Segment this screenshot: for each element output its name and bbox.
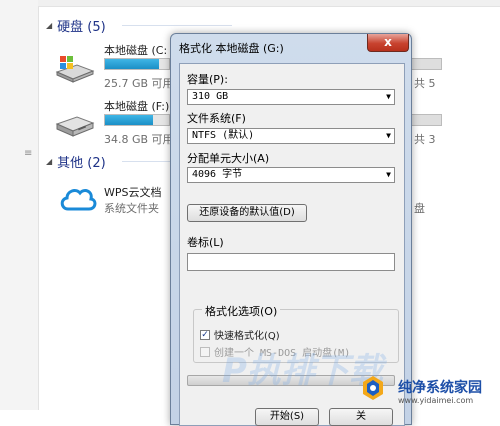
collapse-triangle-icon[interactable]: ◢ bbox=[46, 21, 52, 30]
group-label: 其他 (2) bbox=[57, 155, 106, 171]
close-button[interactable]: x bbox=[367, 34, 409, 52]
close-dialog-button[interactable]: 关 bbox=[329, 408, 393, 426]
capacity-select[interactable]: 310 GB ▼ bbox=[187, 89, 395, 105]
group-header-hard-disks[interactable]: ◢ 硬盘 (5) bbox=[46, 16, 246, 35]
drive-f-name[interactable]: 本地磁盘 (F:) bbox=[104, 98, 169, 114]
hard-drive-icon[interactable] bbox=[54, 110, 96, 142]
dropdown-arrow-icon: ▼ bbox=[386, 92, 391, 101]
capacity-value: 310 GB bbox=[192, 91, 229, 102]
dialog-title: 格式化 本地磁盘 (G:) bbox=[179, 42, 284, 55]
drive-f-total: 共 3 bbox=[414, 133, 436, 146]
dropdown-arrow-icon: ▼ bbox=[386, 170, 391, 179]
cloud-icon[interactable] bbox=[58, 182, 98, 214]
pane-splitter-icon[interactable]: ≡ bbox=[24, 148, 32, 159]
start-button[interactable]: 开始(S) bbox=[255, 408, 319, 426]
drive-c-name[interactable]: 本地磁盘 (C: bbox=[104, 42, 167, 58]
drive-f-usage-bar bbox=[104, 114, 170, 126]
quick-format-row[interactable]: ✓ 快速格式化(Q) bbox=[200, 327, 280, 342]
drive-c-total: 共 5 bbox=[414, 77, 436, 90]
quick-format-label: 快速格式化(Q) bbox=[214, 331, 280, 342]
volume-label-input[interactable] bbox=[187, 253, 395, 271]
group-divider bbox=[122, 25, 232, 26]
dialog-titlebar[interactable]: 格式化 本地磁盘 (G:) x bbox=[171, 34, 411, 60]
drive-f-usage-fill bbox=[105, 115, 153, 125]
volume-label-label: 卷标(L) bbox=[187, 236, 224, 249]
format-options-label: 格式化选项(O) bbox=[202, 303, 281, 319]
brand-logo-icon bbox=[363, 376, 383, 400]
drive-c-usage-bar bbox=[104, 58, 170, 70]
collapse-triangle-icon[interactable]: ◢ bbox=[46, 157, 52, 166]
restore-defaults-button[interactable]: 还原设备的默认值(D) bbox=[187, 204, 307, 222]
wps-cloud-type: 系统文件夹 bbox=[104, 202, 159, 215]
filesystem-label: 文件系统(F) bbox=[187, 112, 246, 125]
wps-cloud-name[interactable]: WPS云文档 bbox=[104, 184, 162, 200]
dropdown-arrow-icon: ▼ bbox=[386, 131, 391, 140]
filesystem-value: NTFS (默认) bbox=[192, 130, 255, 141]
allocation-label: 分配单元大小(A) bbox=[187, 152, 270, 165]
allocation-value: 4096 字节 bbox=[192, 169, 243, 180]
quick-format-checkbox[interactable]: ✓ bbox=[200, 329, 210, 340]
windows-drive-icon[interactable] bbox=[54, 52, 96, 84]
msdos-startup-checkbox bbox=[200, 346, 210, 357]
brand-url: www.yidaimei.com bbox=[398, 396, 474, 405]
filesystem-select[interactable]: NTFS (默认) ▼ bbox=[187, 128, 395, 144]
allocation-size-select[interactable]: 4096 字节 ▼ bbox=[187, 167, 395, 183]
brand-name: 纯净系统家园 bbox=[398, 380, 482, 396]
drive-c-bar-tail bbox=[410, 58, 442, 70]
navigation-pane: ≡ bbox=[0, 0, 39, 410]
drive-c-free-space: 25.7 GB 可用 bbox=[104, 77, 174, 90]
drive-f-bar-tail bbox=[410, 114, 442, 126]
wps-cloud-right-text: 盘 bbox=[414, 202, 425, 215]
toolbar-strip bbox=[38, 0, 500, 7]
close-icon: x bbox=[384, 35, 392, 49]
drive-c-usage-fill bbox=[105, 59, 160, 69]
group-label: 硬盘 (5) bbox=[57, 19, 106, 35]
drive-f-free-space: 34.8 GB 可用 bbox=[104, 133, 174, 146]
capacity-label: 容量(P): bbox=[187, 73, 228, 86]
